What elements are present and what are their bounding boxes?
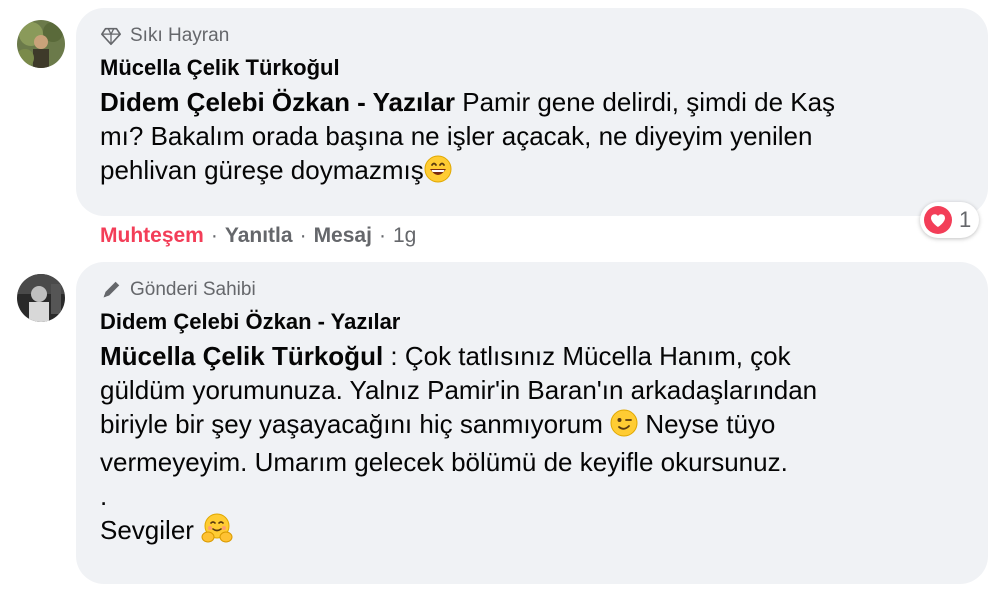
- winking-face-icon: [610, 409, 638, 445]
- avatar-image: [17, 274, 65, 322]
- text-line: güldüm yorumunuza. Yalnız Pamir'in Baran…: [100, 375, 818, 405]
- mention-link[interactable]: Didem Çelebi Özkan - Yazılar: [100, 87, 455, 117]
- fan-badge[interactable]: Sıkı Hayran: [100, 23, 964, 49]
- text-line: mı? Bakalım orada başına ne işler açacak…: [100, 121, 813, 151]
- text-line: Sevgiler: [100, 515, 202, 545]
- text-line: vermeyeyim. Umarım gelecek bölümü de key…: [100, 447, 788, 477]
- text-line: pehlivan güreşe doymazmış: [100, 155, 424, 185]
- grinning-face-icon: [424, 155, 452, 191]
- reaction-button[interactable]: Muhteşem: [100, 224, 204, 248]
- reply-button[interactable]: Yanıtla: [225, 224, 293, 248]
- separator: ·: [299, 224, 307, 247]
- pen-icon: [103, 281, 120, 298]
- separator: ·: [378, 224, 386, 247]
- diamond-icon: [101, 27, 121, 46]
- comment-bubble: Sıkı Hayran Mücella Çelik Türkoğul Didem…: [76, 8, 988, 216]
- avatar-image: [17, 20, 65, 68]
- commenter-avatar[interactable]: [17, 20, 65, 68]
- text-line: biriyle bir şey yaşayacağını hiç sanmıyo…: [100, 409, 611, 439]
- text-line: : Çok tatlısınız Mücella Hanım, çok: [383, 341, 791, 371]
- message-button[interactable]: Mesaj: [314, 224, 372, 248]
- text-line: .: [100, 481, 108, 511]
- comment-author[interactable]: Mücella Çelik Türkoğul: [100, 53, 964, 83]
- author-avatar[interactable]: [17, 274, 65, 322]
- comment-text: Mücella Çelik Türkoğul : Çok tatlısınız …: [100, 339, 964, 551]
- text-line: Pamir gene delirdi, şimdi de Kaş: [455, 87, 836, 117]
- author-badge[interactable]: Gönderi Sahibi: [100, 277, 964, 303]
- badge-label: Gönderi Sahibi: [130, 279, 256, 300]
- separator: ·: [210, 224, 218, 247]
- comment-text: Didem Çelebi Özkan - Yazılar Pamir gene …: [100, 85, 964, 191]
- mention-link[interactable]: Mücella Çelik Türkoğul: [100, 341, 383, 371]
- reply-bubble: Gönderi Sahibi Didem Çelebi Özkan - Yazı…: [76, 262, 988, 584]
- comment-actions: Muhteşem · Yanıtla · Mesaj · 1g: [100, 224, 416, 248]
- heart-icon: [924, 206, 952, 234]
- reaction-summary[interactable]: 1: [920, 202, 980, 238]
- timestamp[interactable]: 1g: [393, 224, 416, 248]
- reaction-count: 1: [959, 207, 972, 232]
- smiling-hands-face-icon: [201, 513, 233, 551]
- text-line: Neyse tüyo: [638, 409, 776, 439]
- comment-author[interactable]: Didem Çelebi Özkan - Yazılar: [100, 307, 964, 337]
- badge-label: Sıkı Hayran: [130, 25, 230, 46]
